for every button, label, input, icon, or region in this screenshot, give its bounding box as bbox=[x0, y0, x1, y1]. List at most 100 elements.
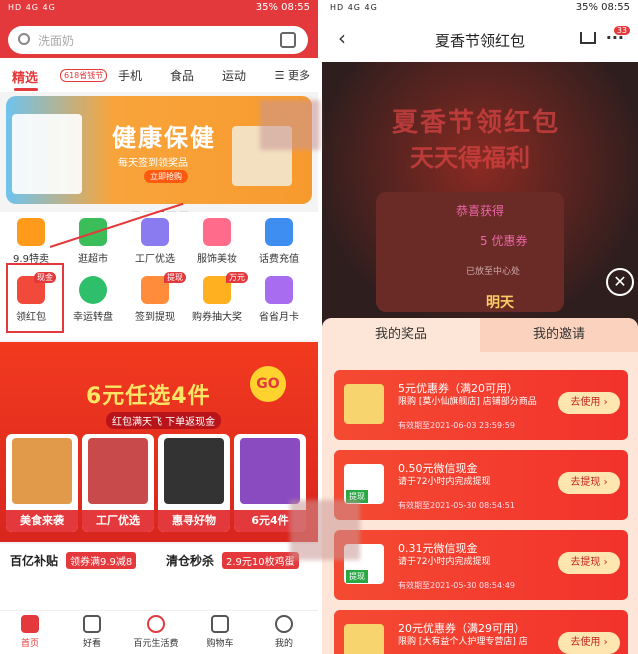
battery-text: 35% bbox=[575, 2, 598, 13]
shortcut-label: 工厂优选 bbox=[135, 254, 175, 265]
search-placeholder: 洗面奶 bbox=[38, 34, 75, 48]
prize-desc: 请于72小时内完成提现 bbox=[398, 477, 491, 487]
shortcut-label: 购券抽大奖 bbox=[192, 312, 242, 323]
prize-desc: 限购 [大有益个人护理专营店] 店 bbox=[398, 637, 528, 647]
nav-label: 首页 bbox=[20, 639, 39, 649]
tab-featured[interactable]: 精选 bbox=[12, 67, 38, 86]
prize-title: 0.50元微信现金 bbox=[398, 462, 478, 475]
use-button[interactable]: 去使用 › bbox=[558, 392, 620, 414]
more-button[interactable]: ☰ 更多 bbox=[275, 67, 310, 83]
tab-phone[interactable]: 手机 bbox=[118, 67, 142, 84]
left-screen: HD 4G 4G 35% 08:55 洗面奶 精选 618省钱节 手机 食品 运… bbox=[0, 0, 318, 654]
shortcut-item[interactable]: 9.9特卖 bbox=[0, 214, 62, 265]
use-button[interactable]: 去使用 › bbox=[558, 632, 620, 654]
status-bar: HD 4G 4G 35% 08:55 bbox=[322, 0, 638, 18]
promo-banner[interactable]: 6元任选4件 红包满天飞 下单返现金 GO 美食来袭 工厂优选 惠寻好物 6元4… bbox=[0, 342, 318, 542]
product-image bbox=[88, 438, 148, 504]
nav-label: 购物车 bbox=[206, 639, 234, 649]
nav-label: 百元生活费 bbox=[133, 639, 179, 649]
shortcut-item[interactable]: 服饰美妆 bbox=[186, 214, 248, 265]
prize-title: 20元优惠券（满29可用） bbox=[398, 622, 525, 635]
coupon-icon bbox=[344, 384, 384, 424]
clearance-tag: 2.9元10枚鸡蛋 bbox=[222, 552, 299, 569]
shortcut-item[interactable]: 工厂优选 bbox=[124, 214, 186, 265]
shortcut-item[interactable]: 购券抽大奖 万元 bbox=[186, 272, 248, 323]
shortcut-label: 签到提现 bbox=[135, 312, 175, 323]
shortcut-label: 话费充值 bbox=[259, 254, 299, 265]
shirt-icon bbox=[203, 218, 231, 246]
shortcut-item[interactable]: 幸运转盘 bbox=[62, 272, 124, 323]
signal-text: HD 4G 4G bbox=[330, 3, 378, 12]
event-background: 夏香节领红包 天天得福利 恭喜获得 5 优惠券 已放至中心处 明天 bbox=[322, 62, 638, 322]
nav-label: 我的 bbox=[274, 639, 293, 649]
go-button[interactable]: GO bbox=[250, 366, 286, 402]
prize-sheet: 我的奖品 我的邀请 5元优惠券（满20可用） 限购 [莫小仙旗舰店] 店铺部分商… bbox=[322, 318, 638, 654]
prize-card: 20元优惠券（满29可用） 限购 [大有益个人护理专营店] 店 去使用 › bbox=[334, 610, 628, 654]
tab-sports[interactable]: 运动 bbox=[222, 67, 246, 84]
nav-cart[interactable]: 购物车 bbox=[190, 615, 250, 649]
factory-icon bbox=[141, 218, 169, 246]
card-icon bbox=[265, 276, 293, 304]
active-tab-indicator bbox=[14, 88, 38, 91]
gift-icon bbox=[147, 615, 165, 633]
right-header: HD 4G 4G 35% 08:55 ‹ 夏香节领红包 ··· 33 bbox=[322, 0, 638, 62]
product-label: 美食来袭 bbox=[6, 510, 78, 532]
withdraw-button[interactable]: 去提现 › bbox=[558, 472, 620, 494]
signal-text: HD 4G 4G bbox=[8, 3, 56, 12]
prize-popup: 恭喜获得 5 优惠券 已放至中心处 明天 bbox=[376, 192, 564, 312]
tab-my-invites[interactable]: 我的邀请 bbox=[480, 318, 638, 352]
popup-line: 恭喜获得 bbox=[456, 204, 505, 218]
bg-subtitle: 天天得福利 bbox=[410, 144, 530, 172]
product-image bbox=[240, 438, 300, 504]
tab-my-prizes[interactable]: 我的奖品 bbox=[322, 318, 480, 352]
wheel-icon bbox=[79, 276, 107, 304]
prize-desc: 限购 [莫小仙旗舰店] 店铺部分商品 bbox=[398, 397, 537, 407]
banner-button[interactable]: 立即抢购 bbox=[144, 170, 188, 183]
battery-text: 35% bbox=[255, 2, 278, 13]
product-card[interactable]: 美食来袭 bbox=[6, 434, 78, 532]
popup-line: 5 优惠券 bbox=[480, 234, 528, 248]
right-screen: HD 4G 4G 35% 08:55 ‹ 夏香节领红包 ··· 33 夏香节领红… bbox=[322, 0, 638, 654]
prize-expiry: 有效期至2021-05-30 08:54:51 bbox=[398, 501, 515, 510]
nav-home[interactable]: 首页 bbox=[0, 615, 60, 649]
shortcut-item[interactable]: 签到提现 提现 bbox=[124, 272, 186, 323]
tab-618[interactable]: 618省钱节 bbox=[60, 69, 108, 82]
home-icon bbox=[21, 615, 39, 633]
highlight-box bbox=[6, 263, 64, 333]
tab-food[interactable]: 食品 bbox=[170, 67, 194, 84]
prize-card: 提现 0.31元微信现金 请于72小时内完成提现 有效期至2021-05-30 … bbox=[334, 530, 628, 600]
prize-desc: 请于72小时内完成提现 bbox=[398, 557, 491, 567]
prize-expiry: 有效期至2021-06-03 23:59:59 bbox=[398, 421, 515, 430]
product-image bbox=[12, 438, 72, 504]
subsidy-title[interactable]: 百亿补贴 bbox=[10, 552, 58, 569]
nav-watch[interactable]: 好看 bbox=[62, 615, 122, 649]
promo-title: 6元任选4件 bbox=[86, 384, 211, 409]
subsidy-tag: 领券满9.9减8 bbox=[66, 552, 137, 569]
prize-card: 5元优惠券（满20可用） 限购 [莫小仙旗舰店] 店铺部分商品 有效期至2021… bbox=[334, 370, 628, 440]
scan-icon[interactable] bbox=[280, 32, 296, 48]
cart-icon[interactable] bbox=[580, 32, 596, 44]
product-card[interactable]: 工厂优选 bbox=[82, 434, 154, 532]
nav-label: 好看 bbox=[82, 639, 101, 649]
clearance-title[interactable]: 清仓秒杀 bbox=[166, 552, 214, 569]
shortcut-item[interactable]: 省省月卡 bbox=[248, 272, 310, 323]
user-icon bbox=[275, 615, 293, 633]
shortcut-label: 幸运转盘 bbox=[73, 312, 113, 323]
shortcut-item[interactable]: 话费充值 bbox=[248, 214, 310, 265]
cart-icon bbox=[211, 615, 229, 633]
status-bar: HD 4G 4G 35% 08:55 bbox=[0, 0, 318, 18]
category-tabs: 精选 618省钱节 手机 食品 运动 ☰ 更多 bbox=[0, 58, 318, 92]
time-text: 08:55 bbox=[601, 2, 630, 13]
nav-profile[interactable]: 我的 bbox=[254, 615, 314, 649]
close-icon[interactable]: ✕ bbox=[606, 268, 634, 296]
nav-life[interactable]: 百元生活费 bbox=[126, 615, 186, 649]
bottom-nav: 首页 好看 百元生活费 购物车 我的 bbox=[0, 610, 318, 654]
prize-title: 0.31元微信现金 bbox=[398, 542, 478, 555]
search-input[interactable]: 洗面奶 bbox=[8, 26, 308, 54]
withdraw-button[interactable]: 去提现 › bbox=[558, 552, 620, 574]
product-card[interactable]: 惠寻好物 bbox=[158, 434, 230, 532]
prize-expiry: 有效期至2021-05-30 08:54:49 bbox=[398, 581, 515, 590]
product-image bbox=[12, 114, 82, 194]
subsidy-row: 百亿补贴 领券满9.9减8 清仓秒杀 2.9元10枚鸡蛋 bbox=[0, 544, 318, 610]
prize-tag: 万元 bbox=[226, 272, 248, 283]
